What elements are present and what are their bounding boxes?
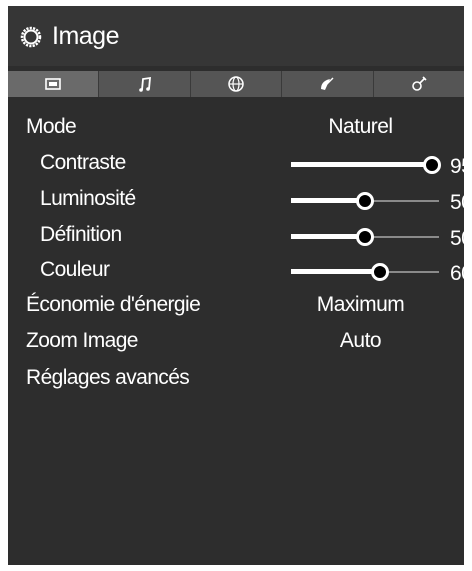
brightness-slider[interactable]: 50 xyxy=(291,186,464,216)
picture-icon xyxy=(45,78,62,90)
tab-picture[interactable] xyxy=(8,71,100,97)
contrast-label: Contraste xyxy=(40,151,126,174)
slider-knob[interactable] xyxy=(371,263,389,281)
tab-network[interactable] xyxy=(190,71,283,97)
color-label: Couleur xyxy=(40,258,110,281)
brightness-value: 50 xyxy=(450,191,464,214)
menu-item-brightness[interactable]: Luminosité 50 xyxy=(8,184,464,218)
page-title: Image xyxy=(52,22,119,50)
menu-item-color[interactable]: Couleur 60 xyxy=(8,255,464,289)
tab-setup[interactable] xyxy=(373,71,464,97)
wrench-icon xyxy=(412,76,427,91)
picture-settings-panel: Image Mode Naturel Contraste 9 Luminosit… xyxy=(8,6,464,565)
satellite-dish-icon xyxy=(321,77,334,90)
energy-saving-label: Économie d'énergie xyxy=(26,293,201,316)
globe-icon xyxy=(228,76,244,92)
slider-knob[interactable] xyxy=(356,192,374,210)
mode-label: Mode xyxy=(26,115,77,138)
brightness-label: Luminosité xyxy=(40,187,136,210)
menu-item-sharpness[interactable]: Définition 50 xyxy=(8,220,464,254)
slider-fill xyxy=(291,162,432,167)
slider-fill xyxy=(291,234,365,239)
slider-fill xyxy=(291,198,365,203)
menu-item-zoom[interactable]: Zoom Image Auto xyxy=(8,326,464,360)
slider-fill xyxy=(291,269,380,274)
color-slider[interactable]: 60 xyxy=(291,257,464,287)
sharpness-slider[interactable]: 50 xyxy=(291,222,464,252)
menu-item-energy-saving[interactable]: Économie d'énergie Maximum xyxy=(8,290,464,324)
sharpness-label: Définition xyxy=(40,223,122,246)
zoom-label: Zoom Image xyxy=(26,329,138,352)
category-tabs xyxy=(8,71,464,97)
zoom-value: Auto xyxy=(339,329,382,352)
menu-item-advanced-settings[interactable]: Réglages avancés xyxy=(8,363,464,397)
gear-icon xyxy=(20,26,42,48)
menu-header: Image xyxy=(8,6,464,66)
tab-sound[interactable] xyxy=(99,71,191,97)
music-note-icon xyxy=(138,76,151,92)
slider-knob[interactable] xyxy=(356,228,374,246)
advanced-settings-label: Réglages avancés xyxy=(26,366,190,389)
slider-knob[interactable] xyxy=(423,156,441,174)
contrast-value: 95 xyxy=(450,155,464,178)
tab-channels[interactable] xyxy=(282,71,374,97)
menu-item-contrast[interactable]: Contraste 95 xyxy=(8,148,464,182)
color-value: 60 xyxy=(450,262,464,285)
contrast-slider[interactable]: 95 xyxy=(291,150,464,180)
energy-saving-value: Maximum xyxy=(316,293,405,316)
menu-item-mode[interactable]: Mode Naturel xyxy=(8,112,464,146)
mode-value: Naturel xyxy=(328,115,393,138)
sharpness-value: 50 xyxy=(450,227,464,250)
